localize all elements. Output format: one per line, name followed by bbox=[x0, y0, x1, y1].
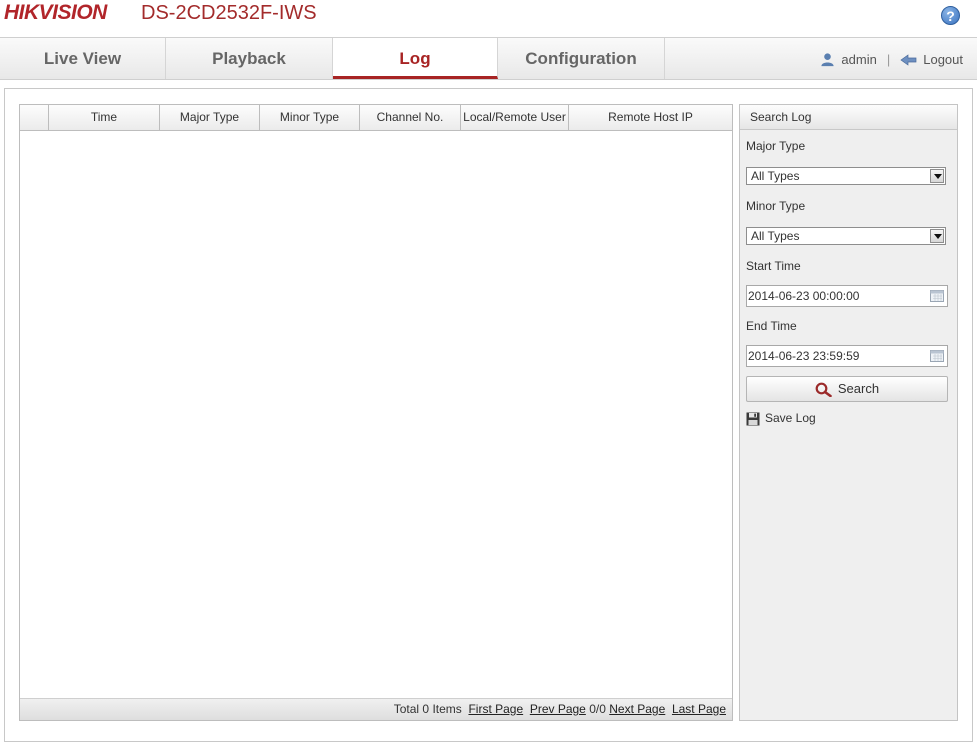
log-page: Time Major Type Minor Type Channel No. L… bbox=[4, 88, 973, 742]
logout-icon[interactable] bbox=[900, 53, 918, 66]
column-select[interactable] bbox=[20, 105, 49, 130]
username: admin bbox=[841, 52, 877, 68]
pagination-bar: Total 0 Items First Page Prev Page 0/0 N… bbox=[20, 698, 732, 720]
page-indicator: 0/0 bbox=[589, 702, 606, 716]
major-type-value: All Types bbox=[751, 169, 800, 183]
end-time-field[interactable]: 2014-06-23 23:59:59 bbox=[746, 345, 948, 367]
logout-link[interactable]: Logout bbox=[923, 52, 963, 67]
first-page-link[interactable]: First Page bbox=[468, 702, 523, 716]
save-log-button[interactable]: Save Log bbox=[746, 411, 816, 426]
column-minor-type[interactable]: Minor Type bbox=[260, 105, 360, 130]
start-time-label: Start Time bbox=[746, 259, 801, 273]
tab-configuration[interactable]: Configuration bbox=[498, 38, 665, 79]
major-type-select[interactable]: All Types bbox=[746, 167, 946, 185]
column-channel-no[interactable]: Channel No. bbox=[360, 105, 461, 130]
start-time-field[interactable]: 2014-06-23 00:00:00 bbox=[746, 285, 948, 307]
separator: | bbox=[886, 52, 891, 68]
total-items: Total 0 Items bbox=[393, 702, 462, 716]
end-time-value: 2014-06-23 23:59:59 bbox=[748, 349, 860, 363]
end-time-label: End Time bbox=[746, 319, 797, 333]
log-table: Time Major Type Minor Type Channel No. L… bbox=[19, 104, 733, 721]
hikvision-logo: HIKVISION bbox=[4, 1, 107, 24]
chevron-down-icon[interactable] bbox=[930, 169, 944, 183]
column-time[interactable]: Time bbox=[49, 105, 160, 130]
search-icon bbox=[815, 382, 832, 398]
save-log-label: Save Log bbox=[765, 411, 816, 425]
next-page-link[interactable]: Next Page bbox=[609, 702, 665, 716]
user-area: admin | Logout bbox=[820, 38, 963, 79]
tab-log[interactable]: Log bbox=[333, 38, 498, 79]
prev-page-link[interactable]: Prev Page bbox=[530, 702, 586, 716]
device-model: DS-2CD2532F-IWS bbox=[141, 2, 317, 24]
minor-type-select[interactable]: All Types bbox=[746, 227, 946, 245]
calendar-icon[interactable] bbox=[930, 349, 944, 362]
chevron-down-icon[interactable] bbox=[930, 229, 944, 243]
main-nav: Live View Playback Log Configuration adm… bbox=[0, 37, 977, 80]
table-header: Time Major Type Minor Type Channel No. L… bbox=[20, 105, 732, 131]
column-major-type[interactable]: Major Type bbox=[160, 105, 260, 130]
user-icon bbox=[821, 53, 835, 67]
last-page-link[interactable]: Last Page bbox=[672, 702, 726, 716]
tab-live-view[interactable]: Live View bbox=[0, 38, 166, 79]
tab-playback[interactable]: Playback bbox=[166, 38, 333, 79]
header: HIKVISION DS-2CD2532F-IWS ? bbox=[0, 0, 977, 37]
floppy-disk-icon bbox=[746, 412, 760, 426]
minor-type-value: All Types bbox=[751, 229, 800, 243]
column-local-remote-user[interactable]: Local/Remote User bbox=[461, 105, 569, 130]
major-type-label: Major Type bbox=[746, 139, 806, 153]
column-remote-host-ip[interactable]: Remote Host IP bbox=[569, 105, 732, 130]
search-button-label: Search bbox=[837, 381, 880, 396]
search-log-panel: Search Log Major Type All Types Minor Ty… bbox=[739, 104, 958, 721]
help-icon[interactable]: ? bbox=[941, 6, 960, 25]
minor-type-label: Minor Type bbox=[746, 199, 806, 213]
start-time-value: 2014-06-23 00:00:00 bbox=[748, 289, 860, 303]
search-button[interactable]: Search bbox=[746, 376, 948, 402]
search-log-title: Search Log bbox=[740, 105, 957, 130]
calendar-icon[interactable] bbox=[930, 289, 944, 302]
